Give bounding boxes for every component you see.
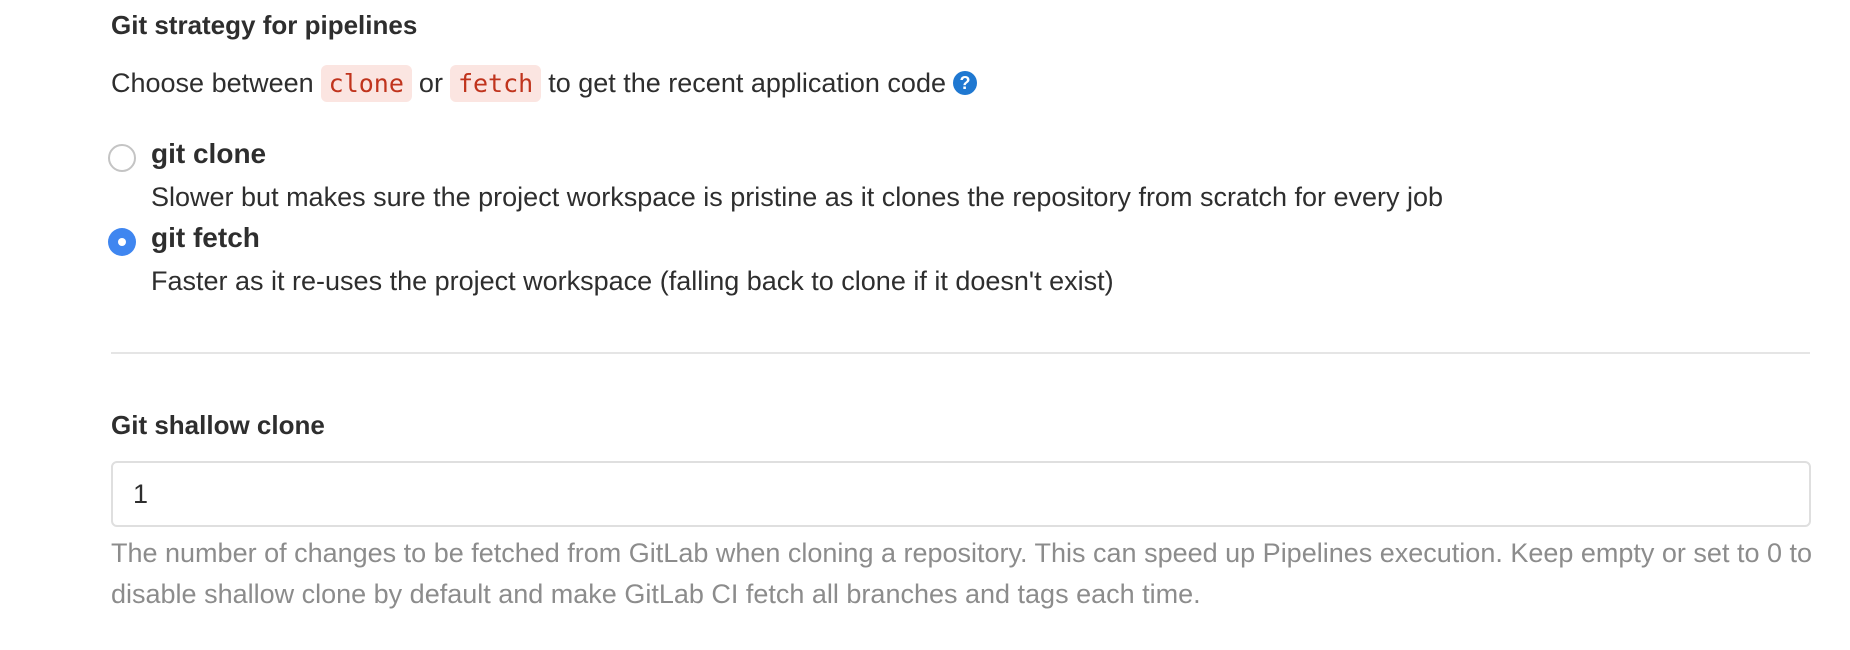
question-circle-icon[interactable]: ? — [952, 71, 977, 95]
description-or: or — [418, 67, 443, 98]
git-shallow-clone-input[interactable] — [111, 461, 1811, 527]
git-shallow-clone-help: The number of changes to be fetched from… — [111, 538, 1812, 609]
git-clone-help: Slower but makes sure the project worksp… — [151, 182, 1444, 212]
description-suffix: to get the recent application code — [548, 67, 946, 98]
code-fetch: fetch — [449, 64, 542, 102]
git-fetch-label[interactable]: git fetch — [151, 222, 260, 254]
ci-settings-panel: Git strategy for pipelines Choose betwee… — [0, 0, 1850, 650]
git-fetch-radio[interactable] — [108, 228, 136, 256]
section-divider — [111, 352, 1810, 354]
git-shallow-clone-title: Git shallow clone — [111, 410, 325, 440]
git-fetch-help: Faster as it re-uses the project workspa… — [151, 266, 1114, 296]
git-strategy-title: Git strategy for pipelines — [111, 10, 418, 40]
code-clone: clone — [320, 64, 412, 102]
git-strategy-description: Choose between clone or fetch to get the… — [111, 64, 977, 102]
git-clone-label[interactable]: git clone — [151, 138, 266, 170]
git-clone-radio[interactable] — [108, 144, 136, 172]
description-prefix: Choose between — [111, 67, 314, 98]
